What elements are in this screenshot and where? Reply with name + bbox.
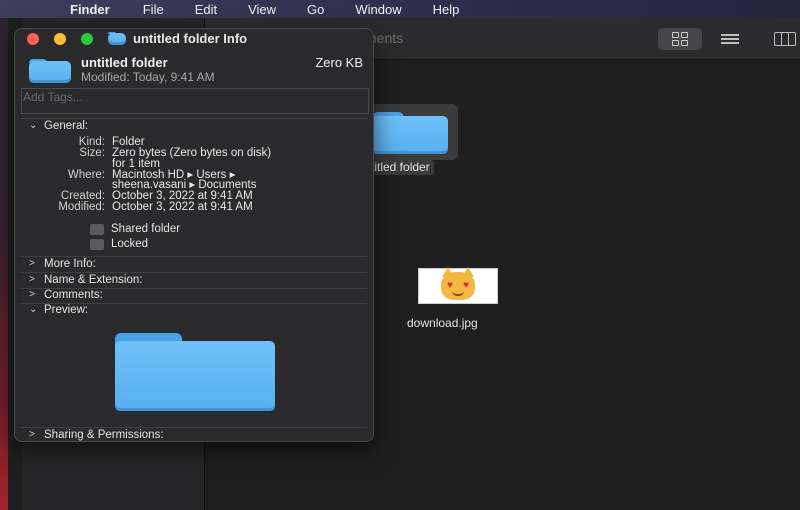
shared-folder-checkbox[interactable] [90,224,104,235]
menu-finder[interactable]: Finder [70,2,110,17]
chevron-right-icon[interactable]: > [29,289,35,300]
icon-view-button[interactable] [658,28,702,50]
chevron-right-icon[interactable]: > [29,429,35,440]
info-header: untitled folder Zero KB Modified: Today,… [15,49,373,87]
section-general-heading: General: [44,120,89,132]
label-size: Size: [79,147,105,159]
download-jpg-thumbnail[interactable]: ♥ ♥ [418,267,498,304]
untitled-folder-label[interactable]: titled folder [367,160,434,175]
untitled-folder-icon[interactable] [372,112,448,154]
menu-help[interactable]: Help [433,2,460,17]
section-comments[interactable]: > Comments: [15,289,373,303]
preview-folder-icon [115,333,275,411]
menu-edit[interactable]: Edit [195,2,217,17]
download-jpg-label[interactable]: download.jpg [407,316,478,330]
heart-eyes-cat-icon: ♥ ♥ [441,267,475,300]
get-info-window: untitled folder Info untitled folder Zer… [14,28,374,442]
folder-icon [29,59,71,83]
section-preview-heading: Preview: [44,304,89,316]
divider [21,118,367,119]
chevron-down-icon[interactable]: ⌄ [29,120,37,131]
menu-window[interactable]: Window [355,2,401,17]
chevron-right-icon[interactable]: > [29,258,35,269]
tags-input[interactable]: Add Tags... [21,88,369,114]
section-more-info-heading: More Info: [44,258,96,270]
section-name-extension[interactable]: > Name & Extension: [15,274,373,288]
minimize-button[interactable] [54,33,66,45]
item-size: Zero KB [315,55,363,70]
chevron-down-icon[interactable]: ⌄ [29,304,37,315]
locked-checkbox[interactable] [90,239,104,250]
section-name-extension-heading: Name & Extension: [44,274,143,286]
list-view-button[interactable] [712,28,748,50]
chevron-right-icon[interactable]: > [29,274,35,285]
section-general[interactable]: ⌄ General: [15,120,373,134]
section-sharing-heading: Sharing & Permissions: [44,429,164,441]
menu-go[interactable]: Go [307,2,324,17]
info-window-title: untitled folder Info [133,31,248,46]
info-titlebar[interactable]: untitled folder Info [15,29,373,49]
section-comments-heading: Comments: [44,289,103,301]
close-button[interactable] [27,33,39,45]
label-modified: Modified: [58,201,105,213]
column-view-button[interactable] [770,28,800,50]
locked-label: Locked [111,238,149,250]
list-icon [721,32,739,46]
columns-icon [774,32,796,46]
divider [21,272,367,273]
section-preview[interactable]: ⌄ Preview: [15,304,373,318]
grid-icon [672,32,688,46]
item-modified: Modified: Today, 9:41 AM [81,70,215,84]
divider [21,256,367,257]
zoom-button[interactable] [81,33,93,45]
divider [21,427,367,428]
value-modified: October 3, 2022 at 9:41 AM [112,201,253,213]
folder-icon [108,32,126,45]
section-more-info[interactable]: > More Info: [15,258,373,272]
section-sharing-permissions[interactable]: > Sharing & Permissions: [15,429,373,441]
menu-bar: Finder File Edit View Go Window Help [0,0,800,18]
label-where: Where: [67,169,105,181]
menu-file[interactable]: File [143,2,164,17]
shared-folder-label: Shared folder [111,223,181,235]
item-name: untitled folder [81,55,168,70]
menu-view[interactable]: View [248,2,276,17]
